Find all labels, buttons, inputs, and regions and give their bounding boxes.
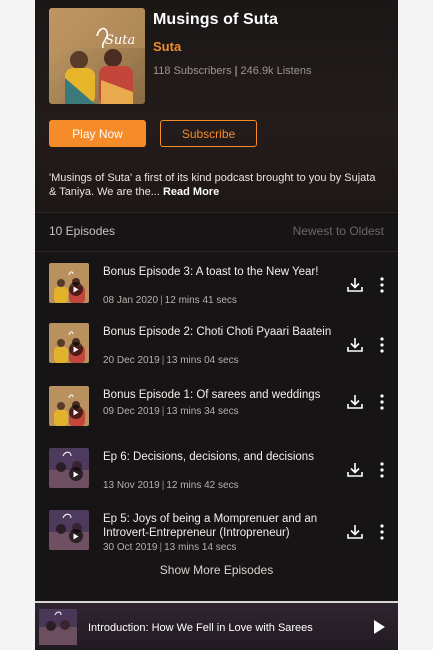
podcast-description: 'Musings of Suta' a first of its kind po… (49, 171, 384, 199)
subscriber-count: 118 Subscribers (153, 65, 232, 77)
cover-art: Suta (49, 8, 145, 104)
meta-separator: | (161, 480, 165, 491)
meta-separator: | (159, 542, 163, 553)
podcast-title: Musings of Suta (153, 11, 279, 28)
read-more-link[interactable]: Read More (163, 186, 219, 198)
listen-count: 246.9k Listens (240, 65, 312, 77)
episode-thumbnail[interactable] (49, 448, 89, 488)
episode-title[interactable]: Ep 6: Decisions, decisions, and decision… (103, 450, 335, 464)
play-icon[interactable] (69, 529, 83, 543)
now-playing-title: Introduction: How We Fell in Love with S… (88, 622, 313, 634)
play-now-button[interactable]: Play Now (49, 120, 146, 147)
download-icon[interactable] (345, 460, 365, 480)
episode-thumbnail[interactable] (49, 386, 89, 426)
episode-thumbnail[interactable] (49, 263, 89, 303)
podcast-header: Suta Musings of Suta Suta 118 Subscriber… (35, 0, 398, 212)
meta-separator: | (161, 355, 165, 366)
sort-dropdown[interactable]: Newest to Oldest (293, 224, 384, 238)
episode-title[interactable]: Bonus Episode 1: Of sarees and weddings (103, 388, 335, 402)
episode-duration: 13 mins 14 secs (164, 542, 237, 553)
play-icon[interactable] (69, 467, 83, 481)
podcast-author[interactable]: Suta (153, 39, 181, 54)
mini-player[interactable]: Introduction: How We Fell in Love with S… (35, 601, 398, 650)
stats-separator: | (234, 65, 238, 77)
divider (35, 251, 398, 252)
episode-meta: 30 Oct 2019 | 13 mins 14 secs (103, 542, 236, 553)
episode-duration: 13 mins 04 secs (166, 355, 239, 366)
kebab-menu-icon[interactable] (377, 522, 387, 542)
episode-meta: 08 Jan 2020 | 12 mins 41 secs (103, 295, 237, 306)
episode-meta: 20 Dec 2019 | 13 mins 04 secs (103, 355, 239, 366)
podcast-cover: Suta (49, 8, 145, 104)
episode-thumbnail[interactable] (49, 323, 89, 363)
episode-row[interactable]: Bonus Episode 2: Choti Choti Pyaari Baat… (35, 323, 398, 379)
play-icon[interactable] (69, 405, 83, 419)
subscribe-button[interactable]: Subscribe (160, 120, 257, 147)
episode-title[interactable]: Ep 5: Joys of being a Momprenuer and an … (103, 512, 335, 540)
episode-date: 13 Nov 2019 (103, 480, 160, 491)
cover-logo-text: Suta (105, 33, 135, 48)
episode-title[interactable]: Bonus Episode 2: Choti Choti Pyaari Baat… (103, 325, 335, 339)
download-icon[interactable] (345, 392, 365, 412)
episode-row[interactable]: Ep 5: Joys of being a Momprenuer and an … (35, 510, 398, 566)
episode-meta: 09 Dec 2019 | 13 mins 34 secs (103, 406, 239, 417)
divider (35, 212, 398, 213)
play-icon[interactable] (69, 342, 83, 356)
episode-date: 09 Dec 2019 (103, 406, 160, 417)
meta-separator: | (160, 295, 163, 306)
podcast-app: Suta Musings of Suta Suta 118 Subscriber… (35, 0, 398, 650)
download-icon[interactable] (345, 522, 365, 542)
episode-date: 08 Jan 2020 (103, 295, 159, 306)
episode-row[interactable]: Ep 6: Decisions, decisions, and decision… (35, 448, 398, 504)
episode-row[interactable]: Bonus Episode 1: Of sarees and weddings 0… (35, 386, 398, 442)
episode-date: 30 Oct 2019 (103, 542, 158, 553)
download-icon[interactable] (345, 335, 365, 355)
play-icon[interactable] (69, 282, 83, 296)
play-icon[interactable] (372, 619, 386, 635)
kebab-menu-icon[interactable] (377, 460, 387, 480)
episode-duration: 12 mins 41 secs (164, 295, 237, 306)
download-icon[interactable] (345, 275, 365, 295)
show-more-episodes-button[interactable]: Show More Episodes (35, 563, 398, 577)
kebab-menu-icon[interactable] (377, 275, 387, 295)
now-playing-thumbnail (39, 609, 77, 645)
episode-date: 20 Dec 2019 (103, 355, 160, 366)
episode-duration: 13 mins 34 secs (166, 406, 239, 417)
meta-separator: | (161, 406, 165, 417)
podcast-stats: 118 Subscribers | 246.9k Listens (153, 65, 311, 77)
kebab-menu-icon[interactable] (377, 392, 387, 412)
episode-thumbnail[interactable] (49, 510, 89, 550)
episode-meta: 13 Nov 2019 | 12 mins 42 secs (103, 480, 239, 491)
episode-title[interactable]: Bonus Episode 3: A toast to the New Year… (103, 265, 335, 279)
episode-duration: 12 mins 42 secs (166, 480, 239, 491)
episode-row[interactable]: Bonus Episode 3: A toast to the New Year… (35, 263, 398, 319)
kebab-menu-icon[interactable] (377, 335, 387, 355)
episode-count: 10 Episodes (49, 224, 116, 238)
